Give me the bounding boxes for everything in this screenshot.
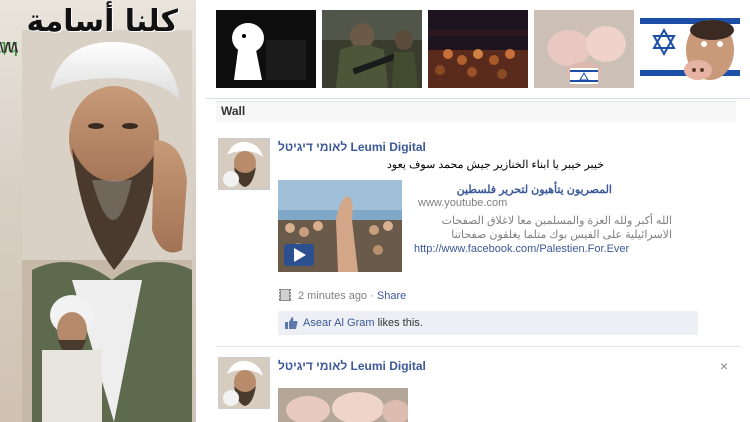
post-separator xyxy=(216,346,740,347)
likes-suffix: likes this. xyxy=(377,317,423,329)
photo-strip xyxy=(216,0,744,88)
shared-photo-thumbnail[interactable] xyxy=(278,388,408,422)
post-message: خيبر خيبر يا ابناء الخنازير جيش محمد سوف… xyxy=(387,159,604,171)
like-thumb-icon xyxy=(284,316,298,330)
wall-heading: Wall xyxy=(221,104,246,118)
shared-link-domain: www.youtube.com xyxy=(418,197,508,209)
post-meta: 2 minutes ago · Share xyxy=(278,288,406,305)
share-link[interactable]: Share xyxy=(377,290,406,302)
likes-bar: Asear Al Gram likes this. xyxy=(278,311,698,335)
shared-link-url[interactable]: http://www.facebook.com/Palestien.For.Ev… xyxy=(414,243,629,255)
shared-description-line: الاسرائيلية على الفيس بوك متلما يغلقون ص… xyxy=(451,229,672,241)
section-divider xyxy=(206,98,750,99)
photo-thumbnail[interactable] xyxy=(322,10,422,88)
photo-thumbnail[interactable] xyxy=(428,10,528,88)
post-author-name[interactable]: לאומי דיגיטל Leumi Digital xyxy=(278,140,426,154)
poster-vertical-url: https://www.facebook.com/hacked.for.Pale… xyxy=(0,38,20,422)
portrait-illustration xyxy=(22,30,192,422)
photo-thumbnail[interactable] xyxy=(534,10,634,88)
poster-url-rest: www.facebook.com/hacked.for.Palestien xyxy=(0,38,18,58)
post-author-avatar[interactable] xyxy=(218,138,270,190)
post-timestamp[interactable]: 2 minutes ago xyxy=(298,290,367,302)
shared-video-thumbnail[interactable] xyxy=(278,180,402,272)
propaganda-poster-image: كلنا أسامة https://www.facebook.com/hack… xyxy=(0,0,196,422)
photo-thumbnail[interactable] xyxy=(216,10,316,88)
post-author-name[interactable]: לאומי דיגיטל Leumi Digital xyxy=(278,359,426,373)
shared-description-line: الله أكبر ولله العزة والمسلمين معا لاغلا… xyxy=(441,215,672,227)
profile-main-column: Wall לאומי דיגיטל Leumi Digital خيبر خيب… xyxy=(206,0,750,422)
photo-thumbnail[interactable] xyxy=(640,10,740,88)
close-icon[interactable]: × xyxy=(720,358,728,374)
shared-link-description: الله أكبر ولله العزة والمسلمين معا لاغلا… xyxy=(418,214,672,242)
poster-title: كلنا أسامة xyxy=(26,4,179,39)
wall-header: Wall xyxy=(216,101,736,122)
liker-name[interactable]: Asear Al Gram xyxy=(303,317,375,329)
shared-link-title[interactable]: المصريون يتأهبون لتحرير فلسطين xyxy=(418,183,612,196)
video-icon xyxy=(278,288,292,305)
post-author-avatar[interactable] xyxy=(218,357,270,409)
